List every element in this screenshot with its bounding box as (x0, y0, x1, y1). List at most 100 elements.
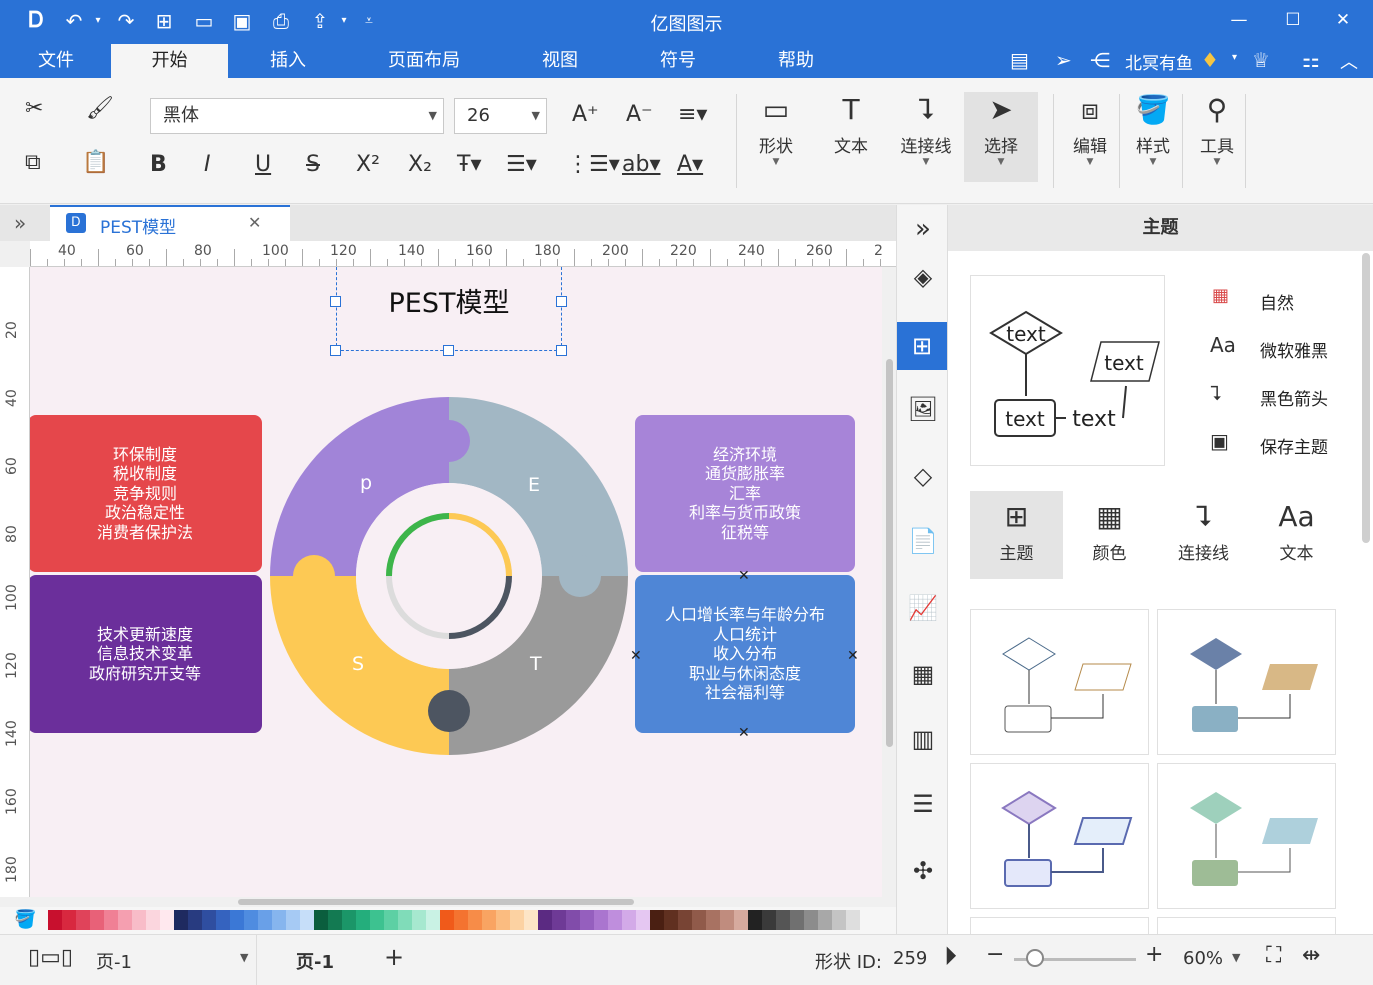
color-swatch[interactable] (580, 910, 594, 930)
expand-library-icon[interactable]: » (14, 211, 26, 235)
color-swatch[interactable] (272, 910, 286, 930)
scroll-thumb[interactable] (238, 899, 634, 905)
color-swatch[interactable] (776, 910, 790, 930)
zoom-slider-handle[interactable] (1026, 949, 1044, 967)
color-swatch[interactable] (622, 910, 636, 930)
fill-icon[interactable]: ◈ (903, 257, 943, 297)
color-swatch[interactable] (230, 910, 244, 930)
color-swatch[interactable] (804, 910, 818, 930)
chevron-down-icon[interactable]: ▼ (240, 951, 248, 964)
color-swatch[interactable] (118, 910, 132, 930)
select-button[interactable]: ➤ 选择 ▼ (964, 92, 1038, 182)
chevron-down-icon[interactable]: ▼ (1232, 951, 1240, 964)
paste-icon[interactable]: 📋 (82, 150, 109, 175)
color-swatch[interactable] (762, 910, 776, 930)
theme-thumbnail[interactable] (1157, 763, 1336, 909)
share-icon[interactable]: ⋲ (1090, 48, 1110, 72)
color-swatch[interactable] (608, 910, 622, 930)
font-family-select[interactable]: 黑体 ▼ (150, 98, 444, 134)
collapse-ribbon-icon[interactable]: ︿ (1340, 48, 1358, 74)
collapse-panel-icon[interactable]: » (903, 209, 943, 249)
color-swatch[interactable] (720, 910, 734, 930)
page-icon[interactable]: 📄 (903, 521, 943, 561)
color-swatch[interactable] (132, 910, 146, 930)
menu-view[interactable]: 视图 (522, 44, 598, 78)
play-icon[interactable]: ⏵ (944, 942, 957, 973)
document-tab[interactable]: Ꭰ PEST模型 ✕ (50, 205, 290, 241)
page-thumbnails-icon[interactable]: ▯▭▯ (28, 945, 73, 970)
theme-thumbnail[interactable] (1157, 917, 1336, 934)
color-swatch[interactable] (566, 910, 580, 930)
color-swatch[interactable] (426, 910, 440, 930)
color-swatch[interactable] (496, 910, 510, 930)
table-icon[interactable]: ▦ (903, 654, 943, 694)
comment-icon[interactable]: ▤ (1010, 48, 1029, 72)
color-swatch[interactable] (174, 910, 188, 930)
zoom-out-icon[interactable]: − (986, 942, 1004, 967)
line-spacing-icon[interactable]: ☰▾ (506, 152, 537, 177)
color-swatch[interactable] (818, 910, 832, 930)
color-swatch[interactable] (90, 910, 104, 930)
color-swatch[interactable] (342, 910, 356, 930)
social-box[interactable]: 人口增长率与年龄分布 人口统计 收入分布 职业与休闲态度 社会福利等 (635, 575, 855, 733)
color-swatch[interactable] (594, 910, 608, 930)
color-swatch[interactable] (510, 910, 524, 930)
color-swatch[interactable] (734, 910, 748, 930)
color-swatch[interactable] (552, 910, 566, 930)
horizontal-scrollbar[interactable] (30, 897, 882, 907)
fill-icon[interactable]: 🪣 (14, 909, 36, 930)
font-size-select[interactable]: 26 ▼ (454, 98, 547, 134)
tab-theme[interactable]: ⊞ 主题 (970, 491, 1063, 579)
save-theme-button[interactable]: 保存主题 (1260, 433, 1328, 458)
theme-thumbnail[interactable] (970, 763, 1149, 909)
tab-color[interactable]: ▦ 颜色 (1063, 491, 1156, 579)
color-swatch[interactable] (846, 910, 860, 930)
theme-thumbnail[interactable] (970, 609, 1149, 755)
layers-icon[interactable]: ◇ (903, 456, 943, 496)
style-button[interactable]: 🪣 样式 ▼ (1120, 92, 1186, 167)
theme-option-arrow[interactable]: 黑色箭头 (1260, 385, 1328, 410)
subscript-icon[interactable]: X₂ (408, 152, 432, 177)
pest-ring[interactable]: p E S T (266, 393, 632, 759)
font-color-icon[interactable]: A▾ (677, 152, 703, 177)
color-swatch[interactable] (370, 910, 384, 930)
cut-icon[interactable]: ✂ (25, 96, 43, 121)
color-swatch[interactable] (482, 910, 496, 930)
theme-thumbnail[interactable] (970, 917, 1149, 934)
customize-icon[interactable]: ⩡ (355, 8, 383, 34)
color-swatch[interactable] (412, 910, 426, 930)
color-swatch[interactable] (104, 910, 118, 930)
scroll-thumb[interactable] (886, 359, 893, 747)
underline-icon[interactable]: U (255, 152, 271, 177)
color-swatch[interactable] (314, 910, 328, 930)
minimize-icon[interactable]: — (1219, 6, 1259, 34)
color-swatch[interactable] (538, 910, 552, 930)
technology-box[interactable]: 技术更新速度 信息技术变革 政府研究开支等 (30, 575, 262, 733)
vertical-scrollbar[interactable] (882, 267, 896, 897)
outline-icon[interactable]: ☰ (903, 784, 943, 824)
theme-thumbnail[interactable] (1157, 609, 1336, 755)
zoom-in-icon[interactable]: + (1145, 942, 1163, 967)
color-swatch[interactable] (384, 910, 398, 930)
color-swatch[interactable] (524, 910, 538, 930)
drawing-canvas[interactable]: PEST模型 环保制度 税收制度 竞争规则 政治稳定性 消费者保护法 技术更新速… (30, 267, 882, 897)
color-swatch[interactable] (398, 910, 412, 930)
edit-button[interactable]: ⧈ 编辑 ▼ (1057, 92, 1123, 167)
tools-button[interactable]: ⚲ 工具 ▼ (1184, 92, 1250, 167)
color-swatch[interactable] (216, 910, 230, 930)
menu-home[interactable]: 开始 (111, 44, 228, 78)
political-box[interactable]: 环保制度 税收制度 竞争规则 政治稳定性 消费者保护法 (30, 415, 262, 572)
color-swatch[interactable] (832, 910, 846, 930)
color-swatch[interactable] (146, 910, 160, 930)
color-swatch[interactable] (454, 910, 468, 930)
color-swatch[interactable] (258, 910, 272, 930)
connection-point-icon[interactable]: ✕ (738, 725, 750, 741)
color-swatch[interactable] (636, 910, 650, 930)
color-swatch[interactable] (48, 910, 62, 930)
italic-icon[interactable]: I (204, 152, 211, 177)
color-swatch[interactable] (790, 910, 804, 930)
strikethrough-icon[interactable]: S (306, 152, 320, 177)
page-tab[interactable]: 页-1 (296, 948, 334, 974)
text-case-icon[interactable]: Ŧ▾ (457, 152, 481, 177)
diagram-title[interactable]: PEST模型 (336, 281, 562, 320)
